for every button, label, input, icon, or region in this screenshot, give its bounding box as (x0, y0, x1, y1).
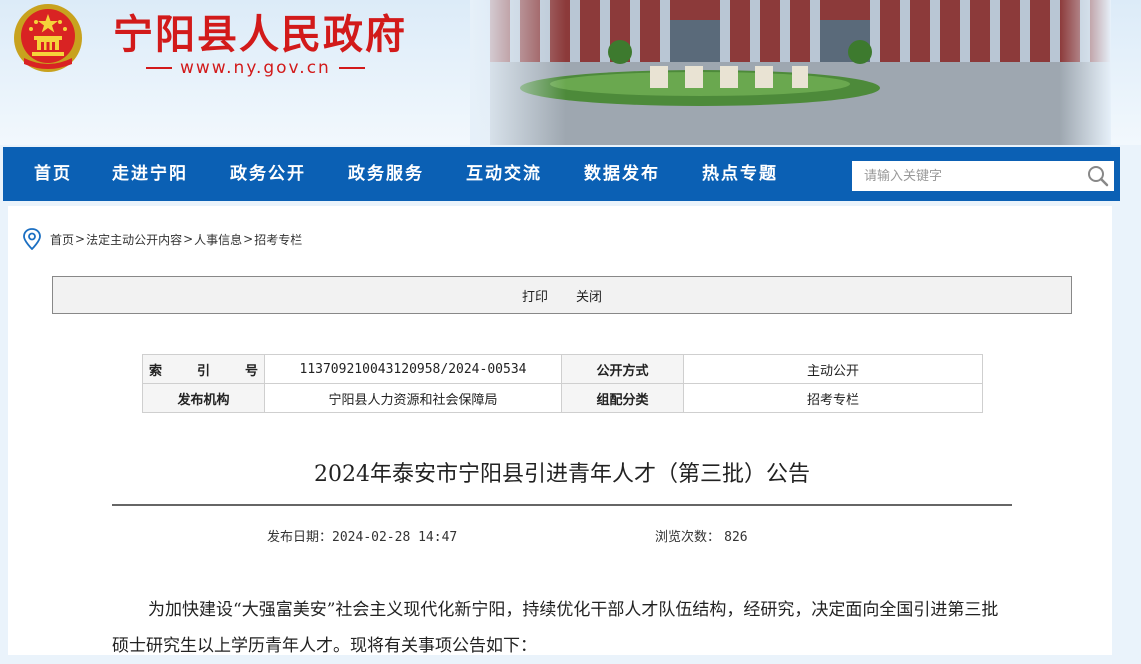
content-panel: 首页 > 法定主动公开内容 > 人事信息 > 招考专栏 打印 关闭 索 引 号 … (8, 206, 1112, 656)
view-count-value: 826 (724, 530, 748, 545)
url-right-dash (338, 67, 365, 69)
url-left-dash (146, 67, 172, 69)
publisher-value: 宁阳县人力资源和社会保障局 (264, 383, 562, 413)
nav-item-hot-topics[interactable]: 热点专题 (702, 147, 778, 201)
view-count-label: 浏览次数： (655, 530, 721, 545)
print-button[interactable]: 打印 (522, 286, 548, 305)
publish-date: 发布日期：2024-02-28 14:47 (267, 526, 457, 545)
metadata-table: 索 引 号 113709210043120958/2024-00534 公开方式… (142, 354, 983, 413)
site-url: www.ny.gov.cn (180, 58, 331, 78)
publish-date-label: 发布日期： (267, 530, 333, 545)
breadcrumb-recruitment[interactable]: 招考专栏 (254, 231, 302, 248)
breadcrumb-separator: > (183, 232, 194, 246)
breadcrumb: 首页 > 法定主动公开内容 > 人事信息 > 招考专栏 (22, 228, 302, 250)
index-label-char: 号 (244, 363, 258, 379)
site-header: 宁阳县人民政府 www.ny.gov.cn (0, 0, 1141, 145)
open-mode-value: 主动公开 (683, 354, 983, 384)
search-input[interactable] (852, 161, 1086, 191)
publisher-label: 发布机构 (142, 383, 265, 413)
article-title: 2024年泰安市宁阳县引进青年人才（第三批）公告 (314, 462, 810, 487)
close-button[interactable]: 关闭 (576, 286, 602, 305)
location-pin-icon (23, 228, 41, 250)
nav-item-government-services[interactable]: 政务服务 (348, 147, 424, 201)
nav-item-data-release[interactable]: 数据发布 (584, 147, 660, 201)
index-label-char: 索 (149, 363, 163, 379)
title-divider (112, 504, 1012, 506)
search-icon[interactable] (1086, 164, 1110, 188)
nav-item-interaction[interactable]: 互动交流 (466, 147, 542, 201)
view-count: 浏览次数： 826 (655, 526, 748, 545)
index-label-char: 引 (196, 363, 210, 379)
breadcrumb-separator: > (75, 232, 86, 246)
national-emblem-icon (14, 4, 82, 72)
category-label: 组配分类 (561, 383, 684, 413)
publish-date-value: 2024-02-28 14:47 (332, 530, 458, 545)
breadcrumb-statutory-disclosure[interactable]: 法定主动公开内容 (86, 231, 182, 248)
nav-item-home[interactable]: 首页 (34, 147, 72, 201)
nav-item-about-ningyang[interactable]: 走进宁阳 (112, 147, 188, 201)
government-building-banner (470, 0, 1111, 145)
breadcrumb-separator: > (243, 232, 254, 246)
main-nav: 首页 走进宁阳 政务公开 政务服务 互动交流 数据发布 热点专题 (3, 147, 1120, 201)
breadcrumb-home[interactable]: 首页 (50, 231, 74, 248)
index-number-value: 113709210043120958/2024-00534 (264, 354, 562, 384)
open-mode-label: 公开方式 (561, 354, 684, 384)
category-value: 招考专栏 (683, 383, 983, 413)
site-title: 宁阳县人民政府 (113, 11, 407, 58)
article-toolbar: 打印 关闭 (52, 276, 1072, 314)
index-number-label: 索 引 号 (142, 354, 265, 384)
search-box (852, 161, 1114, 191)
article-paragraph: 为加快建设“大强富美安”社会主义现代化新宁阳，持续优化干部人才队伍结构，经研究，… (112, 600, 999, 656)
breadcrumb-personnel-info[interactable]: 人事信息 (194, 231, 242, 248)
nav-item-government-affairs[interactable]: 政务公开 (230, 147, 306, 201)
site-url-line: www.ny.gov.cn (146, 58, 365, 78)
